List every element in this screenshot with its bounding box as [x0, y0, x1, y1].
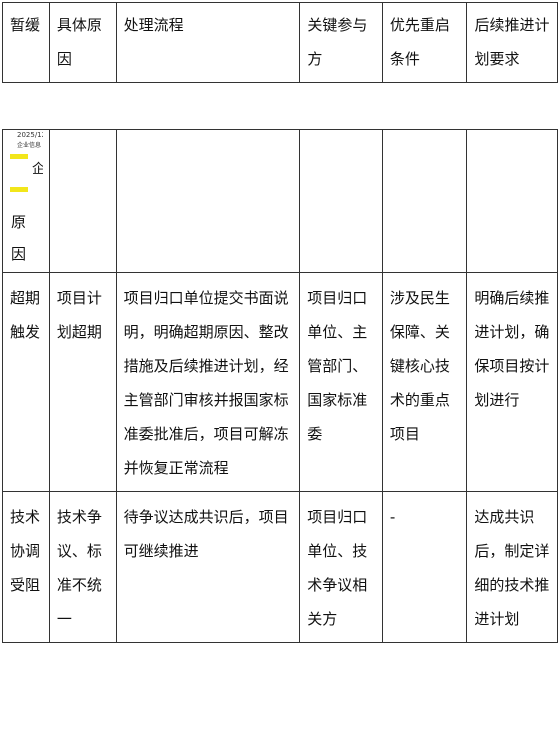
follow-up-cell: 明确后续推进计划，确保项目按计划进行 [466, 272, 558, 492]
header-cell-pause: 暂缓 [2, 2, 50, 83]
empty-cell [299, 129, 383, 273]
empty-cell [48, 129, 117, 273]
embedded-image-fragment: 2025/12 企业信息 企 原因 [3, 130, 43, 272]
parties-cell: 项目归口单位、主管部门、国家标准委 [299, 272, 383, 492]
yellow-bar [10, 187, 28, 192]
empty-cell [115, 129, 301, 273]
table-row: 技术协调受阻 技术争议、标准不统一 待争议达成共识后，项目可继续推进 项目归口单… [2, 491, 558, 643]
artifact-label: 原因 [11, 213, 27, 263]
empty-cell [466, 129, 558, 273]
process-cell: 项目归口单位提交书面说明，明确超期原因、整改措施及后续推进计划，经主管部门审核并… [115, 272, 301, 492]
header-cell-restart: 优先重启条件 [381, 2, 468, 83]
table-row: 超期触发 项目计划超期 项目归口单位提交书面说明，明确超期原因、整改措施及后续推… [2, 272, 558, 492]
artifact-date: 2025/12 [17, 131, 43, 139]
header-row: 暂缓 具体原因 处理流程 关键参与方 优先重启条件 后续推进计划要求 [2, 2, 558, 83]
reason-cell: 项目计划超期 [48, 272, 117, 492]
yellow-bar [10, 154, 28, 159]
body-table: 2025/12 企业信息 企 原因 超期触发 项目计划超期 项目归口单位提交书面… [2, 129, 558, 643]
follow-up-cell: 达成共识后，制定详细的技术推进计划 [466, 491, 558, 643]
artifact-subtitle: 企业信息 [17, 142, 42, 149]
trigger-cell: 超期触发 [2, 272, 50, 492]
trigger-cell: 技术协调受阻 [2, 491, 50, 643]
header-cell-process: 处理流程 [115, 2, 301, 83]
process-cell: 待争议达成共识后，项目可继续推进 [115, 491, 301, 643]
restart-condition-cell: - [381, 491, 468, 643]
reason-cell: 技术争议、标准不统一 [48, 491, 117, 643]
header-cell-followup: 后续推进计划要求 [466, 2, 558, 83]
artifact-cell: 2025/12 企业信息 企 原因 [2, 129, 50, 273]
header-table: 暂缓 具体原因 处理流程 关键参与方 优先重启条件 后续推进计划要求 [2, 2, 558, 83]
parties-cell: 项目归口单位、技术争议相关方 [299, 491, 383, 643]
artifact-row: 2025/12 企业信息 企 原因 [2, 129, 558, 273]
header-cell-reason: 具体原因 [48, 2, 117, 83]
empty-cell [381, 129, 468, 273]
restart-condition-cell: 涉及民生保障、关键核心技术的重点项目 [381, 272, 468, 492]
artifact-title-fragment: 企 [32, 162, 43, 177]
header-cell-parties: 关键参与方 [299, 2, 383, 83]
